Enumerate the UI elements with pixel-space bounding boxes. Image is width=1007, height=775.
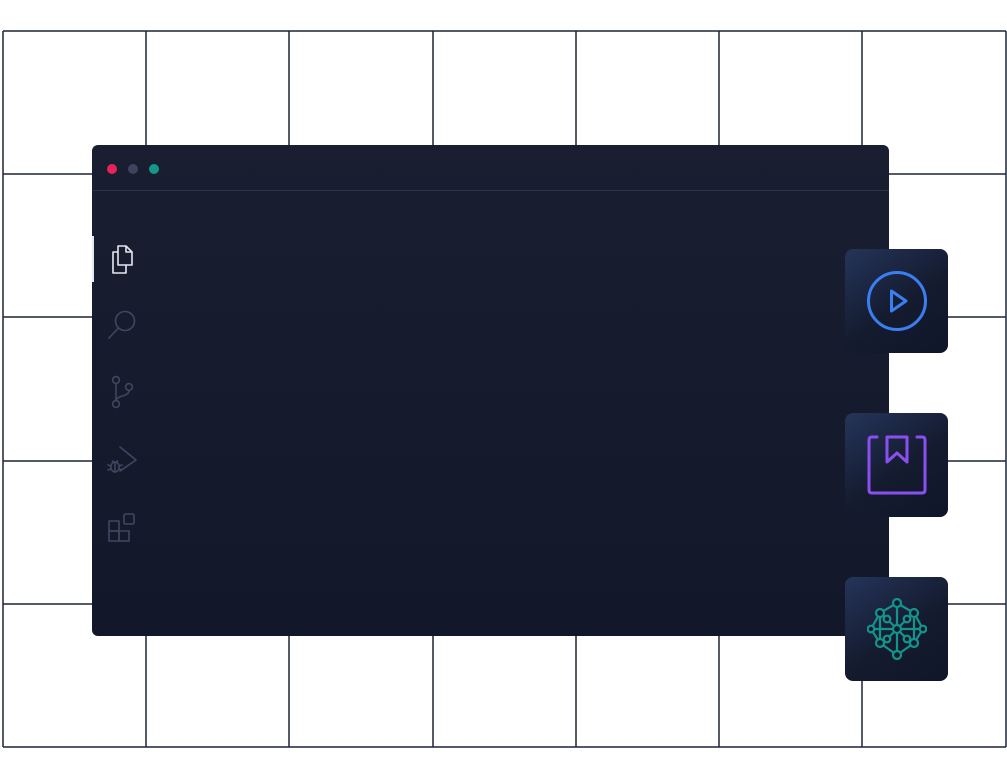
window-titlebar [92, 145, 889, 191]
play-circle-icon [866, 271, 927, 331]
files-icon [112, 245, 133, 274]
search-icon [108, 310, 136, 339]
activity-item-run-and-debug[interactable] [92, 438, 152, 484]
run-tile[interactable] [845, 249, 948, 353]
activity-item-source-control[interactable] [92, 369, 152, 415]
activity-item-search[interactable] [92, 302, 152, 348]
network-graph-icon [866, 598, 927, 660]
bookmark-icon [867, 435, 926, 495]
maximize-window-button[interactable] [149, 164, 159, 174]
network-tile[interactable] [845, 577, 948, 681]
activity-item-extensions[interactable] [92, 505, 152, 551]
activity-bar [92, 192, 152, 636]
minimize-window-button[interactable] [128, 164, 138, 174]
close-window-button[interactable] [107, 164, 117, 174]
extensions-icon [108, 513, 135, 542]
bookmarks-tile[interactable] [845, 413, 948, 517]
editor-window [92, 145, 889, 636]
git-branch-icon [111, 375, 134, 409]
run-debug-icon [107, 446, 137, 473]
activity-item-explorer[interactable] [92, 236, 152, 282]
